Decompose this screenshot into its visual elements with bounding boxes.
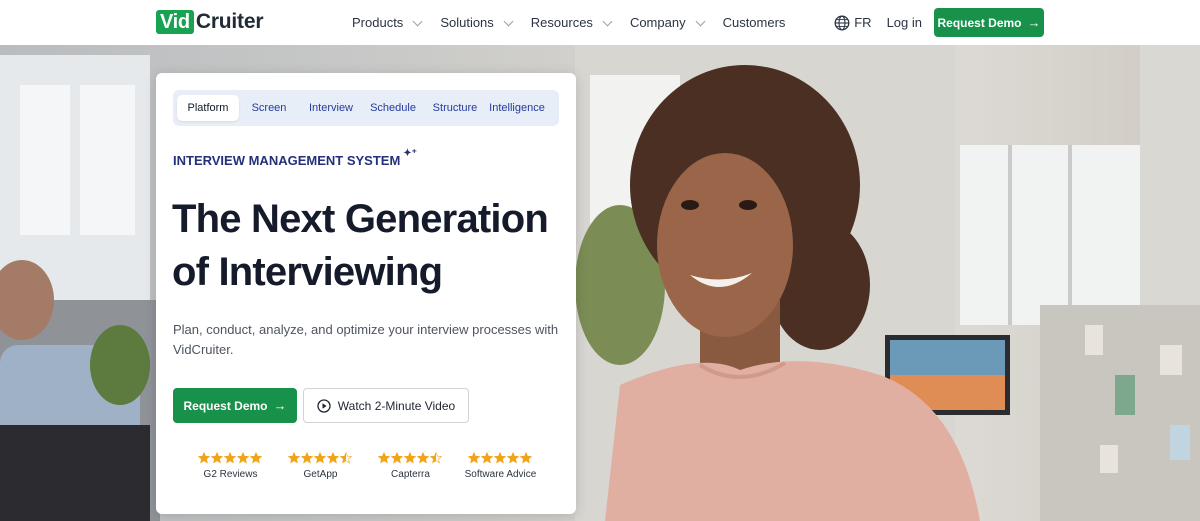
watch-video-button[interactable]: Watch 2-Minute Video — [303, 388, 469, 423]
menu-item-label: Customers — [722, 15, 786, 30]
rating-software-advice: Software Advice — [456, 452, 545, 480]
hero-description: Plan, conduct, analyze, and optimize you… — [173, 322, 559, 357]
chevron-down-icon — [412, 17, 424, 29]
hero-request-demo-label: Request Demo — [183, 398, 268, 413]
star-icon — [430, 452, 442, 464]
menu-item-solutions[interactable]: Solutions — [440, 15, 530, 30]
menu-item-products[interactable]: Products — [352, 15, 440, 30]
star-icon — [198, 452, 210, 464]
eyebrow-text: INTERVIEW MANAGEMENT SYSTEM — [173, 153, 401, 168]
nav-request-demo-button[interactable]: Request Demo → — [934, 8, 1044, 37]
tab-structure[interactable]: Structure — [423, 95, 487, 121]
star-rating — [378, 452, 443, 466]
star-icon — [494, 452, 506, 464]
watch-video-label: Watch 2-Minute Video — [337, 398, 456, 413]
top-navigation: Vid Cruiter Products Solutions Resources Co… — [0, 0, 1200, 45]
star-icon — [327, 452, 339, 464]
menu-item-label: Solutions — [440, 15, 494, 30]
headline-line-2: of Interviewing — [172, 250, 443, 294]
hero-request-demo-button[interactable]: Request Demo → — [173, 388, 297, 423]
arrow-right-icon: → — [273, 398, 287, 413]
language-switcher[interactable]: FR — [834, 15, 872, 31]
star-icon — [224, 452, 236, 464]
logo-mark: Vid — [156, 10, 194, 34]
language-label: FR — [854, 15, 872, 30]
headline-line-1: The Next Generation — [172, 197, 549, 241]
menu-item-resources[interactable]: Resources — [531, 15, 630, 30]
product-tabs: Platform Screen Interview Schedule Structure… — [173, 90, 559, 126]
nav-right-group: FR Log in Request Demo → — [834, 8, 1044, 37]
chevron-down-icon — [602, 17, 614, 29]
rating-source: G2 Reviews — [203, 469, 258, 480]
rating-capterra: Capterra — [366, 452, 455, 480]
hero-headline: The Next Generation of Interviewing — [172, 193, 567, 299]
arrow-right-icon: → — [1027, 15, 1041, 30]
globe-icon — [834, 15, 850, 30]
review-ratings: G2 Reviews GetApp Capterra Software Advi… — [186, 452, 546, 480]
nav-request-demo-label: Request Demo — [937, 15, 1022, 30]
sparkle-icon: ✦⁺ — [403, 148, 417, 159]
chevron-down-icon — [695, 17, 707, 29]
main-menu: Products Solutions Resources Company Custome… — [352, 0, 785, 45]
star-rating — [288, 452, 353, 466]
star-rating — [468, 452, 533, 466]
vidcruiter-logo[interactable]: Vid Cruiter — [156, 10, 264, 34]
rating-source: Software Advice — [464, 469, 537, 480]
star-icon — [404, 452, 416, 464]
star-icon — [301, 452, 313, 464]
rating-source: GetApp — [303, 469, 338, 480]
star-icon — [391, 452, 403, 464]
hero-card: Platform Screen Interview Schedule Structure… — [156, 73, 576, 514]
rating-getapp: GetApp — [276, 452, 365, 480]
tab-screen[interactable]: Screen — [239, 95, 299, 121]
eyebrow-label: INTERVIEW MANAGEMENT SYSTEM ✦⁺ — [173, 148, 417, 168]
menu-item-label: Resources — [530, 15, 593, 30]
star-icon — [468, 452, 480, 464]
star-icon — [340, 452, 352, 464]
star-icon — [314, 452, 326, 464]
star-rating — [198, 452, 263, 466]
star-icon — [481, 452, 493, 464]
rating-g2-reviews: G2 Reviews — [186, 452, 275, 480]
star-icon — [378, 452, 390, 464]
play-circle-icon — [317, 398, 331, 413]
chevron-down-icon — [503, 17, 515, 29]
menu-item-label: Products — [352, 15, 404, 30]
logo-wordmark: Cruiter — [195, 10, 264, 33]
hero-section: Platform Screen Interview Schedule Structure… — [0, 45, 1200, 521]
star-icon — [237, 452, 249, 464]
menu-item-customers[interactable]: Customers — [723, 15, 786, 30]
tab-platform[interactable]: Platform — [177, 95, 239, 121]
star-icon — [520, 452, 532, 464]
rating-source: Capterra — [391, 469, 430, 480]
star-icon — [288, 452, 300, 464]
tab-schedule[interactable]: Schedule — [363, 95, 423, 121]
login-link[interactable]: Log in — [887, 15, 922, 30]
star-icon — [211, 452, 223, 464]
star-icon — [250, 452, 262, 464]
menu-item-label: Company — [629, 15, 686, 30]
menu-item-company[interactable]: Company — [630, 15, 723, 30]
tab-interview[interactable]: Interview — [299, 95, 363, 121]
star-icon — [417, 452, 429, 464]
tab-intelligence[interactable]: Intelligence — [487, 95, 547, 121]
star-icon — [507, 452, 519, 464]
